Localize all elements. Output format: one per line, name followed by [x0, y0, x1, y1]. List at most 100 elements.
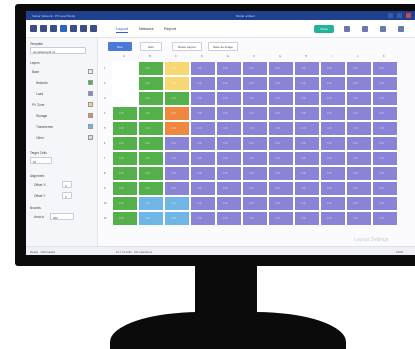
grid-cell[interactable]: 0.00	[112, 196, 138, 211]
target-cells-input[interactable]: 64	[30, 157, 52, 164]
grid-cell[interactable]: 0.00	[190, 211, 216, 226]
grid-cell[interactable]: 0.00	[346, 151, 372, 166]
grid-cell[interactable]: 0.00	[112, 181, 138, 196]
zoom-icon[interactable]	[344, 26, 350, 32]
grid-cell[interactable]: 0.00	[216, 181, 242, 196]
layer-color-swatch[interactable]	[88, 80, 93, 85]
solve-button[interactable]: Solve	[314, 25, 334, 33]
grid-cell[interactable]: 0.00	[164, 166, 190, 181]
grid-cell[interactable]: 0.00	[216, 61, 242, 76]
grid-cell[interactable]: 0.00	[190, 76, 216, 91]
grid-cell[interactable]: 0.00	[138, 136, 164, 151]
grid-cell[interactable]: 0.00	[372, 136, 398, 151]
grid-cell[interactable]: 0.00	[320, 76, 346, 91]
close-icon[interactable]	[406, 13, 411, 18]
grid-cell[interactable]: 0.00	[242, 211, 268, 226]
grid-cell[interactable]: 0.00	[138, 196, 164, 211]
grid-cell[interactable]: 0.00	[164, 121, 190, 136]
grid-cell[interactable]: 0.00	[320, 91, 346, 106]
grid-cell[interactable]: 0.00	[346, 136, 372, 151]
tab-network[interactable]: Network	[139, 26, 154, 31]
grid-cell[interactable]: 0.00	[164, 136, 190, 151]
grid-cell[interactable]: 0.00	[242, 151, 268, 166]
offset-x-input[interactable]: 0	[62, 181, 72, 188]
offset-y-input[interactable]: 0	[62, 192, 72, 199]
grid-cell[interactable]: 0.00	[268, 196, 294, 211]
grid-cell[interactable]: 0.00	[320, 121, 346, 136]
grid-cell[interactable]: 0.00	[320, 196, 346, 211]
grid-cell[interactable]: 0.00	[372, 106, 398, 121]
grid-cell[interactable]: 0.00	[242, 76, 268, 91]
grid-cell[interactable]: 0.00	[320, 136, 346, 151]
grid-cell[interactable]	[112, 76, 138, 91]
layers-icon[interactable]	[380, 26, 386, 32]
grid-cell[interactable]: 0.00	[320, 61, 346, 76]
grid-cell[interactable]: 0.00	[294, 106, 320, 121]
grid-cell[interactable]: 0.00	[112, 151, 138, 166]
grid-cell[interactable]: 0.00	[216, 76, 242, 91]
layer-color-swatch[interactable]	[88, 69, 93, 74]
open-icon[interactable]	[40, 25, 47, 32]
grid-cell[interactable]: 0.00	[294, 181, 320, 196]
grid-cell[interactable]: 0.00	[320, 106, 346, 121]
grid-cell[interactable]: 0.00	[138, 106, 164, 121]
grid-cell[interactable]: 0.00	[268, 106, 294, 121]
grid-icon[interactable]	[362, 26, 368, 32]
grid-cell[interactable]: 0.00	[190, 181, 216, 196]
grid-cell[interactable]: 0.00	[372, 76, 398, 91]
grid-cell[interactable]: 0.00	[164, 196, 190, 211]
grid-cell[interactable]: 0.00	[294, 76, 320, 91]
grid-cell[interactable]: 0.00	[268, 211, 294, 226]
grid-cell[interactable]: 0.00	[190, 151, 216, 166]
grid-cell[interactable]: 0.00	[242, 196, 268, 211]
grid-cell[interactable]: 0.00	[294, 166, 320, 181]
new-icon[interactable]	[30, 25, 37, 32]
grid-cell[interactable]: 0.00	[138, 166, 164, 181]
grid-cell[interactable]: 0.00	[294, 151, 320, 166]
grid-cell[interactable]: 0.00	[294, 91, 320, 106]
grid-cell[interactable]: 0.00	[138, 211, 164, 226]
grid-cell[interactable]: 0.00	[190, 91, 216, 106]
grid-cell[interactable]: 0.00	[216, 91, 242, 106]
grid-cell[interactable]: 0.00	[320, 151, 346, 166]
grid-cell[interactable]: 0.00	[216, 166, 242, 181]
play-icon[interactable]	[60, 25, 67, 32]
layer-color-swatch[interactable]	[88, 135, 93, 140]
grid-cell[interactable]: 0.00	[112, 211, 138, 226]
grid-cell[interactable]: 0.00	[372, 91, 398, 106]
grid-cell[interactable]: 0.00	[112, 121, 138, 136]
grid-cell[interactable]: 0.00	[242, 106, 268, 121]
grid-cell[interactable]: 0.00	[190, 106, 216, 121]
grid-cell[interactable]: 0.00	[268, 181, 294, 196]
print-icon[interactable]	[80, 25, 87, 32]
grid-cell[interactable]	[112, 61, 138, 76]
layer-color-swatch[interactable]	[88, 102, 93, 107]
grid-cell[interactable]: 0.00	[372, 121, 398, 136]
grid-cell[interactable]: 0.00	[138, 76, 164, 91]
grid-cell[interactable]: 0.00	[112, 136, 138, 151]
tab-report[interactable]: Report	[164, 26, 176, 31]
grid-cell[interactable]: 0.00	[372, 166, 398, 181]
grid-cell[interactable]: 0.00	[190, 196, 216, 211]
export-icon[interactable]	[70, 25, 77, 32]
grid-cell[interactable]: 0.00	[242, 61, 268, 76]
grid-cell[interactable]: 0.00	[242, 91, 268, 106]
grid-cell[interactable]: 0.00	[268, 91, 294, 106]
grid-cell[interactable]: 0.00	[242, 136, 268, 151]
grid-cell[interactable]: 0.00	[190, 61, 216, 76]
grid-cell[interactable]: 0.00	[138, 121, 164, 136]
grid-cell[interactable]: 0.00	[190, 136, 216, 151]
grid-cell[interactable]: 0.00	[138, 181, 164, 196]
grid-cell[interactable]: 0.00	[320, 181, 346, 196]
edit-button[interactable]: Edit	[140, 42, 162, 51]
grid-cell[interactable]: 0.00	[242, 181, 268, 196]
grid-cell[interactable]: 0.00	[138, 61, 164, 76]
minimize-icon[interactable]	[388, 13, 393, 18]
grid-cell[interactable]: 0.00	[216, 196, 242, 211]
grid-cell[interactable]: 0.00	[268, 136, 294, 151]
run-button[interactable]: Run	[108, 42, 132, 51]
grid-cell[interactable]: 0.00	[294, 196, 320, 211]
grid-cell[interactable]: 0.00	[268, 76, 294, 91]
grid-cell[interactable]: 0.00	[216, 136, 242, 151]
grid-cell[interactable]: 0.00	[346, 76, 372, 91]
